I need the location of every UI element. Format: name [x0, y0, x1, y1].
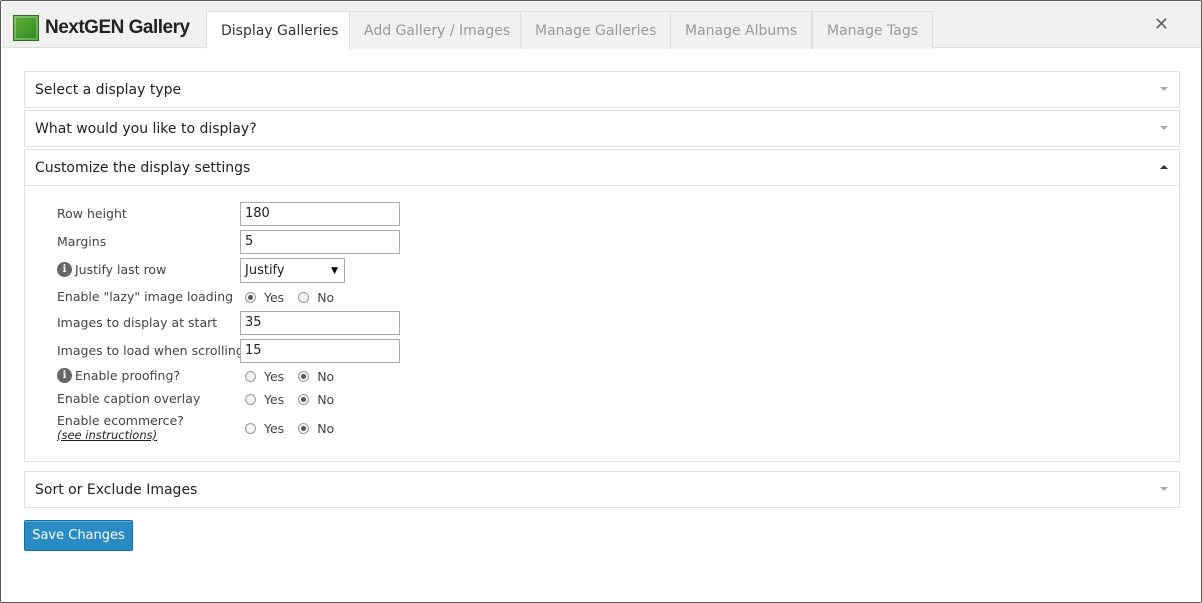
section-customize-header[interactable]: Customize the display settings	[25, 150, 1179, 185]
justify-label: Justify last row	[75, 262, 167, 277]
proofing-row: i Enable proofing?	[57, 368, 180, 383]
chevron-down-icon	[1160, 126, 1168, 130]
margins-input[interactable]: 5	[240, 230, 400, 254]
section-what-display: What would you like to display?	[24, 110, 1180, 147]
caption-yes-radio[interactable]	[245, 394, 256, 405]
section-title: What would you like to display?	[35, 120, 257, 137]
nextgen-logo-icon	[13, 15, 39, 41]
lazy-yes-label: Yes	[264, 290, 285, 305]
ecommerce-yes-radio[interactable]	[245, 423, 256, 434]
lazy-yes-radio[interactable]	[245, 292, 256, 303]
row-height-label: Row height	[57, 206, 127, 221]
info-icon[interactable]: i	[57, 262, 72, 277]
section-what-display-header[interactable]: What would you like to display?	[25, 111, 1179, 146]
tab-display-galleries[interactable]: Display Galleries	[206, 11, 354, 49]
lazy-row: Enable "lazy" image loading	[57, 289, 233, 304]
ecommerce-no-radio[interactable]	[298, 423, 310, 434]
dropdown-arrow-icon: ▼	[331, 265, 338, 276]
header-bar: NextGEN Gallery Display Galleries Add Ga…	[2, 2, 1201, 49]
images-scroll-row: Images to load when scrolling	[57, 343, 244, 358]
justify-selected-value: Justify	[245, 263, 285, 278]
dialog-window: NextGEN Gallery Display Galleries Add Ga…	[0, 0, 1202, 603]
lazy-radio-group: Yes No	[245, 290, 348, 305]
images-scroll-input[interactable]: 15	[240, 339, 400, 363]
chevron-down-icon	[1160, 487, 1168, 491]
caption-no-radio[interactable]	[298, 394, 310, 405]
chevron-down-icon	[1160, 87, 1168, 91]
section-title: Select a display type	[35, 81, 182, 98]
settings-form: Row height 180 Margins 5 i Justify last …	[25, 185, 1179, 461]
proofing-no-radio[interactable]	[298, 371, 310, 382]
section-sort-exclude: Sort or Exclude Images	[24, 471, 1180, 508]
caption-yes-label: Yes	[264, 392, 285, 407]
tab-manage-albums[interactable]: Manage Albums	[670, 11, 813, 49]
logo-text: NextGEN Gallery	[45, 17, 190, 38]
section-title: Sort or Exclude Images	[35, 481, 198, 498]
info-icon[interactable]: i	[57, 368, 72, 383]
chevron-up-icon	[1160, 165, 1168, 169]
ecommerce-label: Enable ecommerce?	[57, 413, 184, 428]
close-icon[interactable]: ✕	[1154, 16, 1169, 34]
section-sort-exclude-header[interactable]: Sort or Exclude Images	[25, 472, 1179, 507]
section-title: Customize the display settings	[35, 159, 251, 176]
proofing-radio-group: Yes No	[245, 369, 348, 384]
justify-row: i Justify last row	[57, 262, 166, 277]
proofing-yes-radio[interactable]	[245, 371, 256, 382]
justify-select[interactable]: Justify ▼	[240, 258, 345, 283]
tab-manage-tags[interactable]: Manage Tags	[812, 11, 934, 49]
lazy-no-radio[interactable]	[298, 292, 310, 303]
ecommerce-no-label: No	[317, 421, 335, 436]
caption-radio-group: Yes No	[245, 392, 348, 407]
images-start-row: Images to display at start	[57, 315, 217, 330]
lazy-no-label: No	[317, 290, 335, 305]
caption-no-label: No	[317, 392, 335, 407]
ecommerce-yes-label: Yes	[264, 421, 285, 436]
images-start-input[interactable]: 35	[240, 311, 400, 335]
save-changes-button[interactable]: Save Changes	[24, 520, 133, 551]
logo: NextGEN Gallery	[13, 15, 190, 41]
images-start-label: Images to display at start	[57, 315, 218, 330]
images-scroll-label: Images to load when scrolling	[57, 343, 244, 358]
row-height-input[interactable]: 180	[240, 202, 400, 226]
caption-row: Enable caption overlay	[57, 391, 200, 406]
proofing-no-label: No	[317, 369, 335, 384]
proofing-yes-label: Yes	[264, 369, 285, 384]
tab-add-gallery-images[interactable]: Add Gallery / Images	[349, 11, 526, 49]
tab-manage-galleries[interactable]: Manage Galleries	[520, 11, 672, 49]
lazy-label: Enable "lazy" image loading	[57, 289, 234, 304]
ecommerce-row: Enable ecommerce? (see instructions)	[57, 413, 184, 442]
margins-label: Margins	[57, 234, 107, 249]
row-height-row: Row height	[57, 206, 127, 221]
ecommerce-radio-group: Yes No	[245, 421, 348, 436]
proofing-label: Enable proofing?	[75, 368, 181, 383]
section-customize-settings: Customize the display settings Row heigh…	[24, 149, 1180, 462]
margins-row: Margins	[57, 234, 106, 249]
caption-label: Enable caption overlay	[57, 391, 201, 406]
section-display-type-header[interactable]: Select a display type	[25, 72, 1179, 107]
see-instructions-link[interactable]: (see instructions)	[57, 428, 157, 442]
section-display-type: Select a display type	[24, 71, 1180, 108]
